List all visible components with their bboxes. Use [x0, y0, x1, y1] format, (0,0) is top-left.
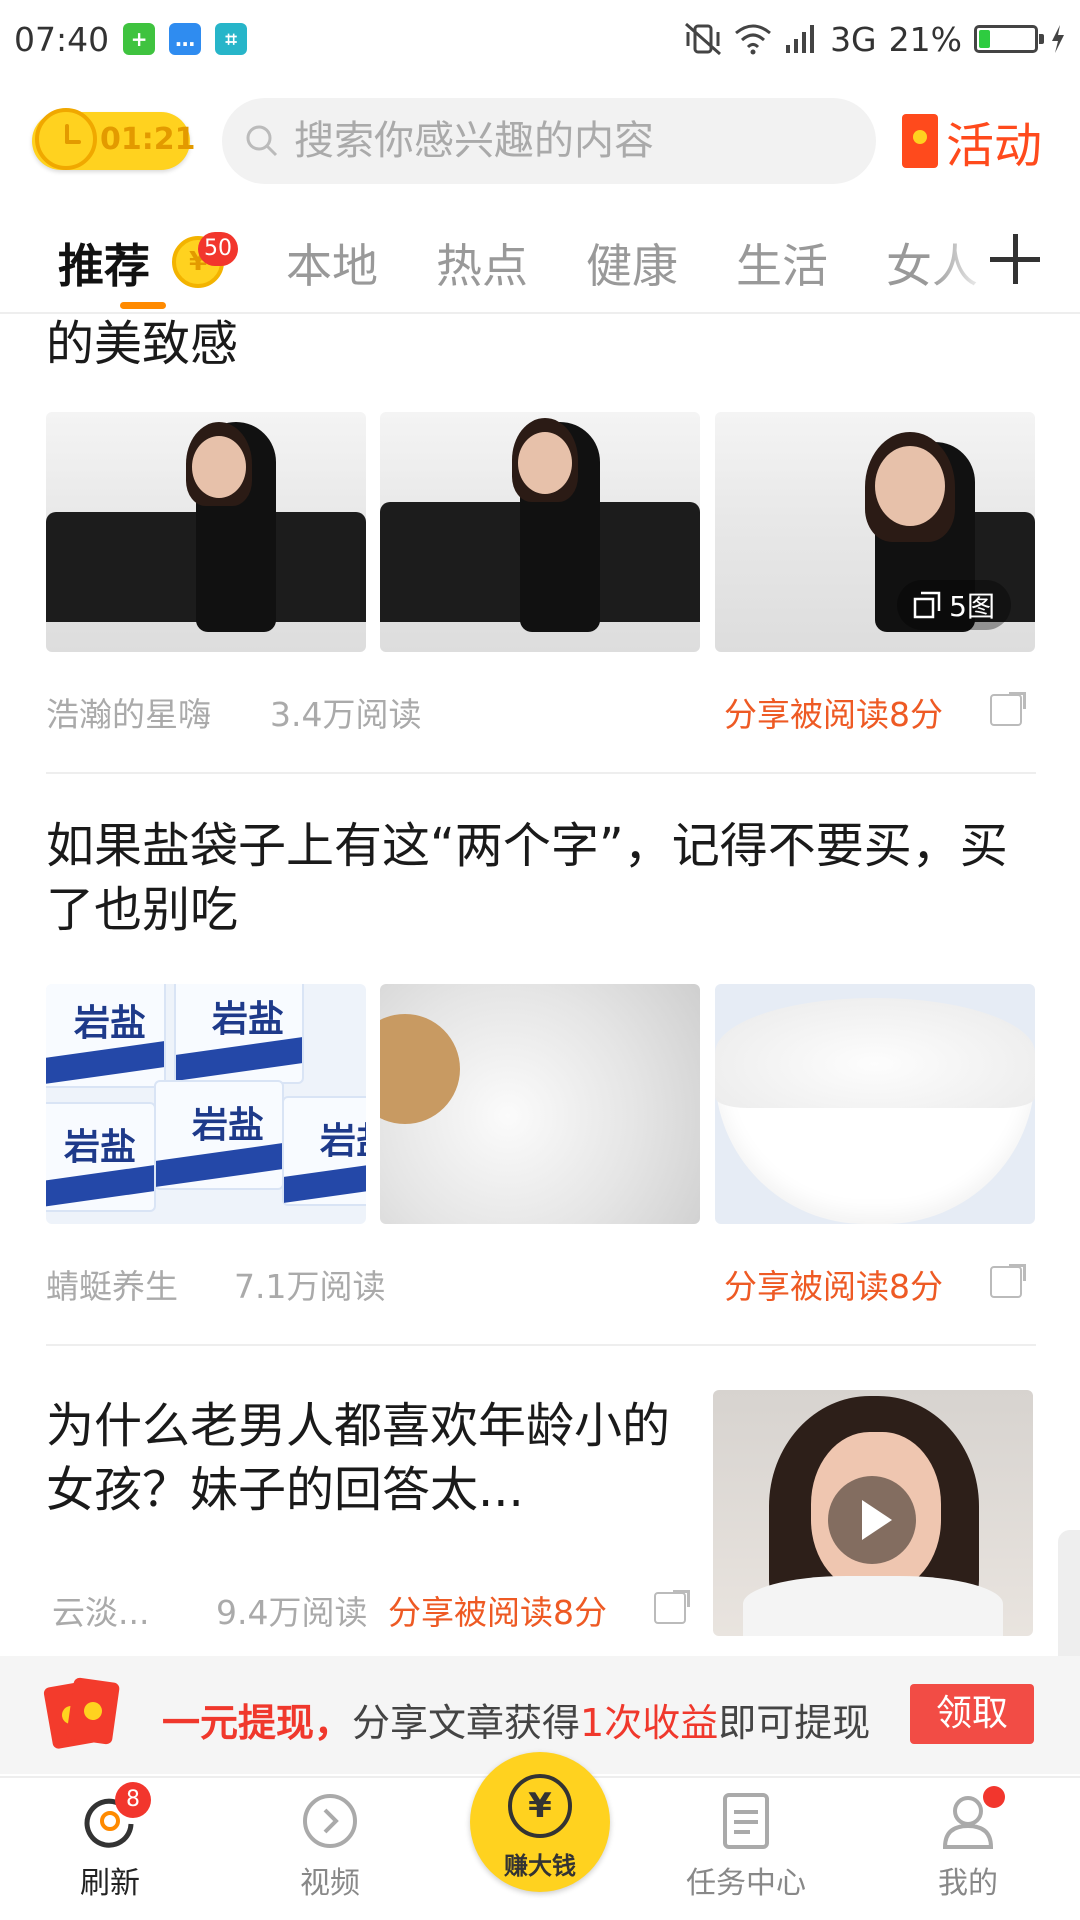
promo-highlight: 一元提现， [162, 1701, 353, 1745]
reading-timer[interactable]: 01:21 [32, 108, 196, 170]
category-tabs: 推荐 ¥ 50 本地 热点 健康 生活 女人 [0, 220, 1080, 314]
share-reward-link[interactable]: 分享被阅读8分 [724, 1260, 943, 1308]
add-channel-icon[interactable] [990, 234, 1040, 284]
notification-dot [983, 1786, 1005, 1808]
article-author[interactable]: 浩瀚的星嗨 [46, 688, 211, 736]
share-reward-link[interactable]: 分享被阅读8分 [724, 688, 943, 736]
search-input[interactable] [294, 118, 854, 164]
promo-count: 1次收益 [580, 1701, 719, 1745]
share-icon[interactable] [990, 1264, 1026, 1298]
package-text: 岩盐 [192, 1105, 265, 1146]
package-text: 岩盐 [320, 1121, 366, 1162]
article-author[interactable]: 云淡... [52, 1586, 149, 1634]
signal-icon [786, 25, 815, 53]
nav-video[interactable]: 视频 [260, 1792, 400, 1902]
nav-tasks-label: 任务中心 [686, 1866, 806, 1901]
refresh-icon: 8 [81, 1782, 151, 1850]
earn-money-button[interactable]: ¥ 赚大钱 [470, 1752, 610, 1892]
battery-icon [974, 25, 1044, 53]
promo-text: 一元提现，分享文章获得1次收益即可提现 [162, 1692, 870, 1747]
message-icon: … [169, 23, 202, 55]
share-reward-link[interactable]: 分享被阅读8分 [388, 1586, 607, 1634]
nav-mine-label: 我的 [938, 1866, 998, 1901]
wifi-icon [735, 24, 772, 55]
gallery-icon [913, 591, 941, 619]
refresh-badge: 8 [115, 1782, 151, 1818]
image-count: 5图 [949, 590, 995, 623]
article-image[interactable]: 岩盐 岩盐 岩盐 岩盐 岩盐 [46, 984, 366, 1224]
nav-refresh-label: 刷新 [80, 1866, 140, 1901]
user-icon [939, 1786, 1005, 1850]
network-type: 3G [830, 19, 877, 59]
promo-text-part: 即可提现 [718, 1701, 871, 1745]
article-title[interactable]: 为什么老男人都喜欢年龄小的女孩？妹子的回答太... [46, 1394, 686, 1522]
nav-video-label: 视频 [300, 1866, 360, 1901]
active-tab-indicator [120, 302, 166, 309]
earn-money-label: 赚大钱 [504, 1852, 576, 1880]
image-count-badge: 5图 [897, 580, 1011, 630]
clock-icon [35, 108, 97, 170]
activity-flag-icon [902, 114, 938, 168]
activity-label: 活动 [946, 118, 1043, 174]
header: 01:21 活动 [0, 92, 1080, 190]
activity-button[interactable]: 活动 [902, 112, 1042, 174]
charging-icon [1052, 25, 1064, 53]
tab-health[interactable]: 健康 [586, 230, 678, 296]
red-envelope-icon [42, 1677, 121, 1750]
article-image[interactable] [715, 984, 1035, 1224]
article-author[interactable]: 蜻蜓养生 [46, 1260, 178, 1308]
article-title[interactable]: 如果盐袋子上有这“两个字”，记得不要买，买了也别吃 [46, 814, 1026, 942]
article-image[interactable] [380, 984, 700, 1224]
package-text: 岩盐 [74, 1003, 147, 1044]
tab-overflow-fade [930, 220, 990, 310]
battery-percent: 21% [888, 19, 962, 59]
video-icon [301, 1792, 359, 1850]
search-bar[interactable] [222, 98, 876, 184]
package-text: 岩盐 [212, 999, 285, 1040]
vibrate-icon [685, 22, 722, 56]
status-bar: 07:40 + … ⌗ 3G 21% [0, 0, 1080, 78]
article-reads: 7.1万阅读 [234, 1267, 386, 1306]
share-icon[interactable] [654, 1590, 690, 1624]
app-plus-icon: + [123, 23, 156, 55]
article-reads: 9.4万阅读 [216, 1593, 368, 1632]
status-time: 07:40 [14, 19, 110, 59]
divider [46, 772, 1036, 774]
promo-text-part: 分享文章获得 [352, 1701, 581, 1745]
nav-mine[interactable]: 我的 [898, 1786, 1038, 1902]
news-feed[interactable]: 的美致感 5图 浩瀚的星嗨 3.4万阅读 分享被阅读8分 如果盐袋子上有这“两个… [0, 316, 1080, 1656]
divider [46, 1344, 1036, 1346]
video-thumbnail[interactable] [713, 1390, 1033, 1636]
yen-icon: ¥ [508, 1774, 572, 1838]
claim-button[interactable]: 领取 [910, 1684, 1034, 1744]
play-icon[interactable] [828, 1476, 916, 1564]
share-icon[interactable] [990, 692, 1026, 726]
article-image[interactable]: 5图 [715, 412, 1035, 652]
article-image[interactable] [380, 412, 700, 652]
coin-badge: 50 [198, 232, 238, 266]
article-image[interactable] [46, 412, 366, 652]
tab-life[interactable]: 生活 [736, 230, 828, 296]
nav-tasks[interactable]: 任务中心 [676, 1792, 816, 1902]
task-list-icon [717, 1792, 775, 1850]
tab-local[interactable]: 本地 [286, 230, 378, 296]
scan-icon: ⌗ [215, 23, 248, 55]
article-reads: 3.4万阅读 [270, 695, 422, 734]
package-text: 岩盐 [64, 1127, 137, 1168]
search-icon [246, 125, 278, 157]
article-title[interactable]: 的美致感 [46, 316, 1026, 376]
tab-recommend[interactable]: 推荐 [58, 230, 150, 296]
bottom-nav: 8 刷新 视频 ¥ 赚大钱 任务中心 我的 [0, 1752, 1080, 1920]
tab-hot[interactable]: 热点 [436, 230, 528, 296]
nav-refresh[interactable]: 8 刷新 [40, 1782, 180, 1902]
timer-value: 01:21 [100, 122, 196, 157]
